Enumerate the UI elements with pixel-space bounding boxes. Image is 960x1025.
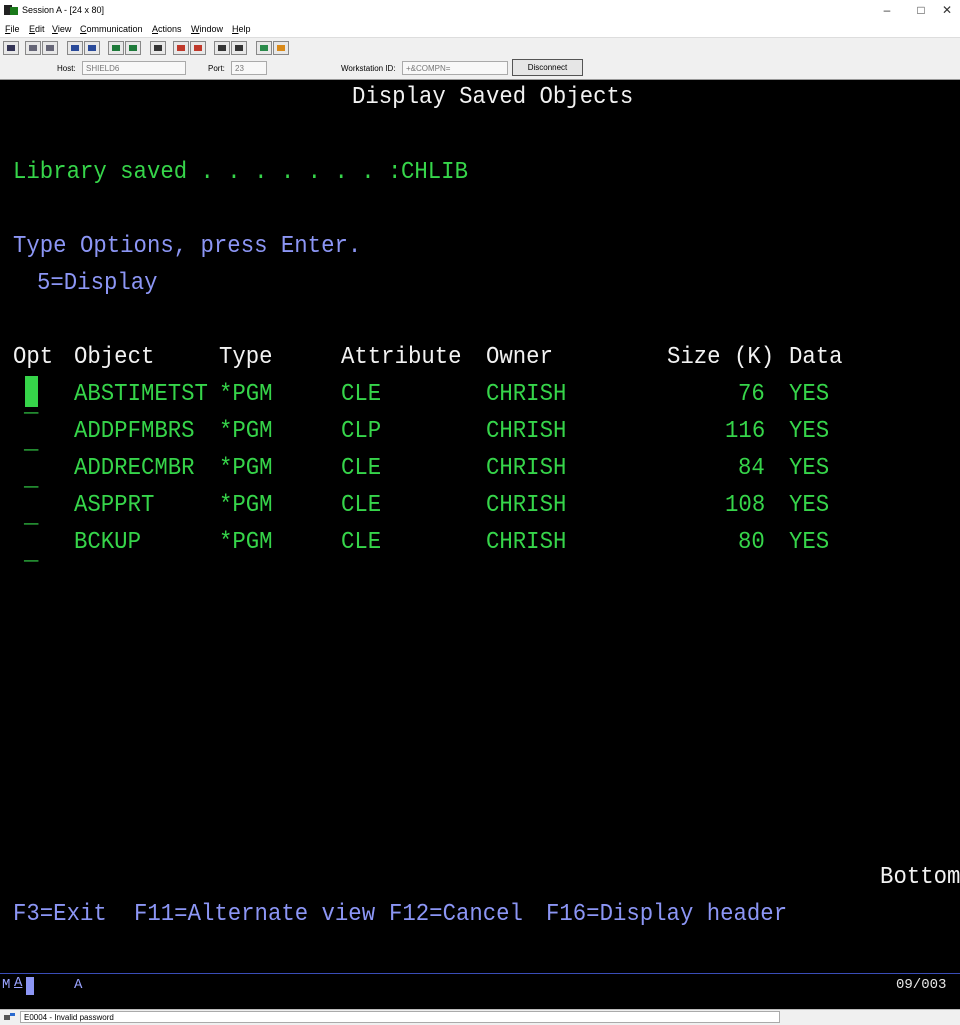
cell-attribute: CLP [341, 418, 382, 445]
macro-icon[interactable] [150, 41, 166, 55]
menu-view[interactable]: View [52, 24, 71, 34]
record-macro-icon[interactable] [173, 41, 189, 55]
cell-object: ASPPRT [74, 492, 155, 519]
terminal-screen[interactable]: Display Saved Objects Library saved . . … [0, 80, 960, 973]
port-label: Port: [208, 64, 225, 73]
cell-object: ADDRECMBR [74, 455, 195, 482]
opt-input[interactable]: _ [24, 504, 38, 530]
col-size: Size (K) [667, 344, 775, 371]
disconnect-button[interactable]: Disconnect [512, 59, 583, 76]
oia-indicator-m: M [2, 977, 11, 993]
col-opt: Opt [13, 344, 54, 371]
copy-icon[interactable] [25, 41, 41, 55]
col-type: Type [219, 344, 273, 371]
cell-size: 84 [738, 455, 765, 482]
cell-type: *PGM [219, 492, 273, 519]
oia-indicator-a: A [14, 975, 23, 991]
cell-type: *PGM [219, 455, 273, 482]
opt-input[interactable]: _ [24, 541, 38, 567]
menu-window[interactable]: Window [191, 24, 223, 34]
cell-object: ABSTIMETST [74, 381, 208, 408]
cell-object: BCKUP [74, 529, 141, 556]
fkey-cancel[interactable]: F12=Cancel [389, 902, 523, 928]
print-screen-icon[interactable] [3, 41, 19, 55]
library-label: Library saved . . . . . . . : [13, 159, 402, 186]
option-display: 5=Display [37, 270, 158, 297]
receive-icon[interactable] [84, 41, 100, 55]
col-owner: Owner [486, 344, 553, 371]
cell-attribute: CLE [341, 381, 382, 408]
col-data: Data [789, 344, 843, 371]
cell-owner: CHRISH [486, 529, 567, 556]
workstation-label: Workstation ID: [341, 64, 396, 73]
stop-macro-icon[interactable] [190, 41, 206, 55]
cell-data: YES [789, 381, 830, 408]
screen-title: Display Saved Objects [352, 84, 634, 111]
fkey-alternate-view[interactable]: F11=Alternate view [134, 902, 375, 928]
toolbar [0, 37, 960, 60]
cell-size: 116 [724, 418, 765, 445]
oia-indicator-a2: A [74, 977, 83, 993]
menu-file[interactable]: File [5, 24, 20, 34]
cell-data: YES [789, 492, 830, 519]
library-value: CHLIB [401, 159, 468, 186]
col-attribute: Attribute [341, 344, 462, 371]
edit-icon[interactable] [273, 41, 289, 55]
fkey-display-header[interactable]: F16=Display header [546, 902, 787, 928]
cell-attribute: CLE [341, 529, 382, 556]
oia-cursor [26, 977, 34, 995]
run-macro-icon[interactable] [231, 41, 247, 55]
cell-attribute: CLE [341, 492, 382, 519]
menu-help[interactable]: Help [232, 24, 251, 34]
operator-info-area: M A A 09/003 [0, 973, 960, 1010]
more-indicator: Bottom [879, 864, 960, 891]
opt-input[interactable]: _ [24, 467, 38, 493]
menu-communication[interactable]: Communication [80, 24, 143, 34]
minimize-icon[interactable]: – [872, 0, 902, 20]
menu-actions[interactable]: Actions [152, 24, 182, 34]
host-field[interactable]: SHIELD6 [82, 61, 186, 75]
workstation-field[interactable]: +&COMPN= [402, 61, 508, 75]
cell-size: 108 [724, 492, 765, 519]
title-bar: Session A - [24 x 80] – □ ✕ [0, 0, 960, 21]
cell-data: YES [789, 529, 830, 556]
cell-owner: CHRISH [486, 455, 567, 482]
cell-size: 80 [738, 529, 765, 556]
keypad-icon[interactable] [125, 41, 141, 55]
globe-icon[interactable] [256, 41, 272, 55]
col-object: Object [74, 344, 155, 371]
status-message: E0004 - Invalid password [20, 1011, 780, 1023]
cell-data: YES [789, 455, 830, 482]
menu-bar: File Edit View Communication Actions Win… [0, 20, 960, 37]
send-icon[interactable] [67, 41, 83, 55]
cell-owner: CHRISH [486, 492, 567, 519]
cell-attribute: CLE [341, 455, 382, 482]
cell-type: *PGM [219, 529, 273, 556]
connection-bar: Host: SHIELD6 Port: 23 Workstation ID: +… [0, 59, 960, 80]
play-macro-icon[interactable] [214, 41, 230, 55]
fkey-exit[interactable]: F3=Exit [13, 902, 107, 928]
close-icon[interactable]: ✕ [932, 0, 960, 20]
connection-status-icon [4, 1013, 15, 1020]
status-bar: E0004 - Invalid password [0, 1009, 960, 1025]
cell-object: ADDPFMBRS [74, 418, 195, 445]
opt-input[interactable]: _ [24, 393, 38, 419]
cell-owner: CHRISH [486, 418, 567, 445]
cell-type: *PGM [219, 418, 273, 445]
port-field[interactable]: 23 [231, 61, 267, 75]
menu-edit[interactable]: Edit [29, 24, 45, 34]
paste-icon[interactable] [42, 41, 58, 55]
opt-input[interactable]: _ [24, 430, 38, 456]
display-icon[interactable] [108, 41, 124, 55]
window-title: Session A - [24 x 80] [22, 5, 105, 15]
instructions-text: Type Options, press Enter. [13, 233, 362, 260]
cell-data: YES [789, 418, 830, 445]
cell-owner: CHRISH [486, 381, 567, 408]
cell-size: 76 [738, 381, 765, 408]
host-label: Host: [57, 64, 76, 73]
cursor-position: 09/003 [896, 977, 947, 993]
cell-type: *PGM [219, 381, 273, 408]
session-icon [4, 5, 18, 15]
